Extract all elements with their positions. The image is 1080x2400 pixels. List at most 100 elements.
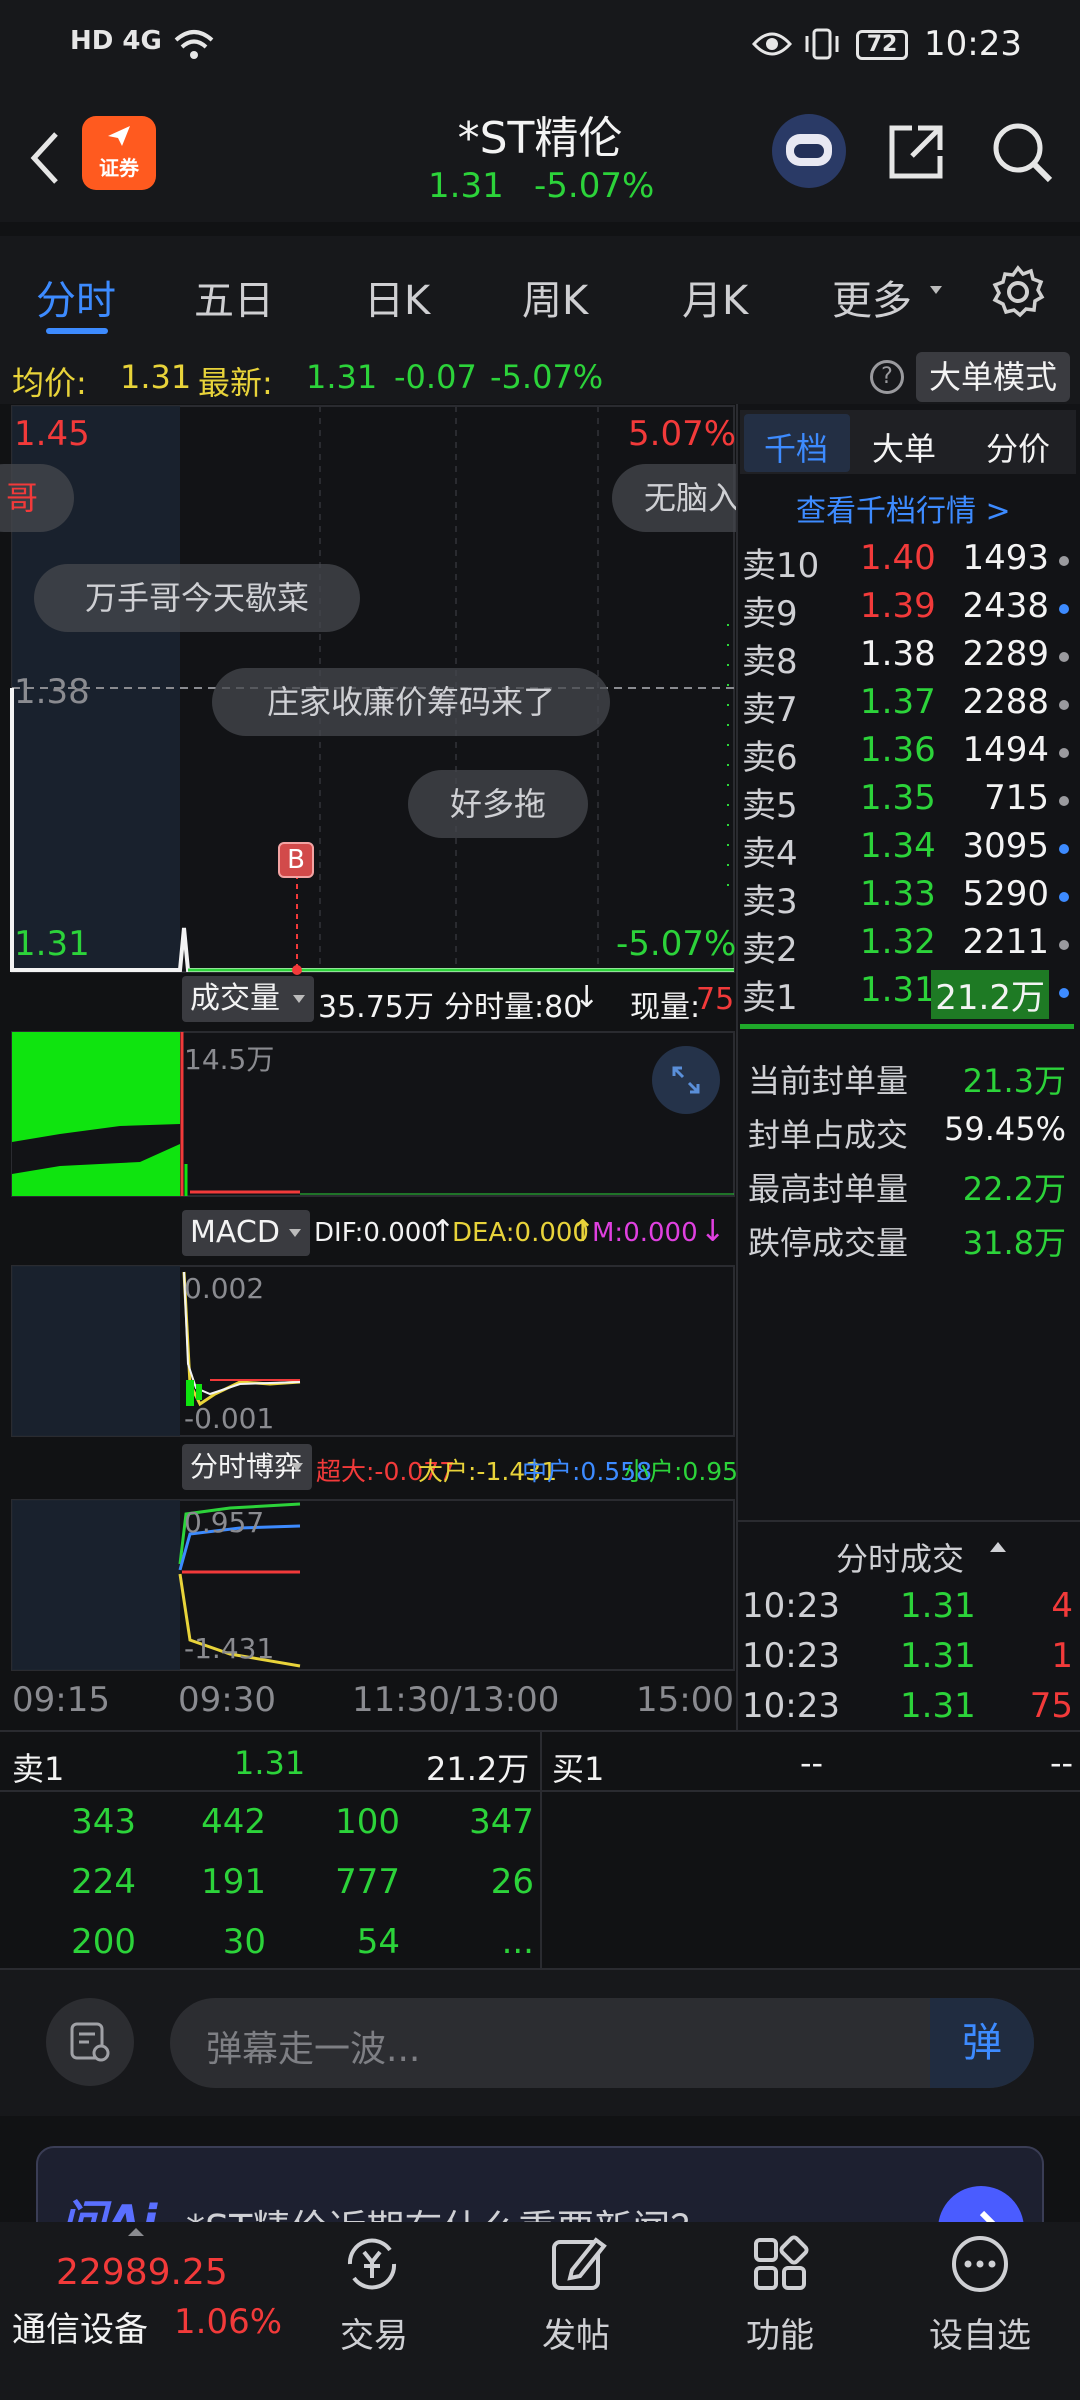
danmaku-bubble[interactable]: 好多拖: [408, 770, 588, 838]
queue-order: ...: [501, 1922, 534, 1962]
orderbook-volume: 2288: [962, 682, 1049, 722]
orderbook-row[interactable]: 卖2 1.32 2211: [740, 922, 1075, 970]
more-dots-icon[interactable]: [948, 2232, 1012, 2296]
back-arrow-icon[interactable]: [24, 128, 64, 188]
eye-icon: [752, 32, 792, 56]
trade-price: 1.31: [900, 1636, 976, 1676]
orderbook-volume: 715: [984, 778, 1049, 818]
send-danmaku-button[interactable]: 弹: [930, 1998, 1034, 2088]
nav-post[interactable]: 发帖: [496, 2308, 656, 2357]
orderbook-level-label: 卖4: [742, 834, 798, 874]
orderbook-tab-big-order[interactable]: 大单: [872, 424, 936, 470]
trade-icon[interactable]: [340, 2232, 404, 2296]
orderbook-tab-qiandang[interactable]: 千档: [764, 424, 828, 470]
danmaku-text: 庄家收廉价筹码来了: [266, 683, 555, 721]
orderbook-row[interactable]: 卖8 1.38 2289: [740, 634, 1075, 682]
robot-avatar-icon[interactable]: [772, 114, 846, 188]
tab-five-day[interactable]: 五日: [194, 268, 274, 326]
tab-daily-k[interactable]: 日K: [364, 268, 430, 326]
expand-chart-button[interactable]: [652, 1046, 720, 1114]
arrow-down-icon: ↓: [700, 1214, 726, 1249]
send-danmaku-label: 弹: [962, 2020, 1002, 2066]
trade-price: 1.31: [900, 1586, 976, 1626]
flow-max-label: 0.957: [184, 1506, 265, 1539]
nav-functions[interactable]: 功能: [700, 2308, 860, 2357]
orderbook-row[interactable]: 卖7 1.37 2288: [740, 682, 1075, 730]
orderbook-price: 1.32: [860, 922, 936, 962]
danmaku-bubble[interactable]: 哥: [0, 464, 74, 532]
buy-marker-label: B: [287, 845, 305, 875]
latest-label: 最新:: [198, 364, 273, 402]
nav-trade[interactable]: 交易: [294, 2308, 454, 2357]
comment-placeholder: 弹幕走一波...: [206, 2029, 421, 2070]
trade-vol: 75: [1029, 1686, 1073, 1726]
comment-input[interactable]: 弹幕走一波... 弹: [170, 1998, 1034, 2088]
stat-value: 21.3万: [962, 1062, 1066, 1100]
queue-buy-label: 买1: [552, 1750, 605, 1788]
orderbook-price: 1.40: [860, 538, 936, 578]
help-icon[interactable]: ?: [870, 360, 904, 394]
latest-value: 1.31: [306, 358, 378, 396]
orderbook-row[interactable]: 卖5 1.35 715: [740, 778, 1075, 826]
danmaku-text: 无脑入: [644, 479, 741, 517]
orderbook-dot-icon: [1059, 892, 1069, 902]
orderbook-dot-icon: [1059, 988, 1069, 998]
index-value[interactable]: 22989.25: [56, 2252, 228, 2293]
tab-weekly-k[interactable]: 周K: [522, 268, 588, 326]
paper-plane-icon: [108, 126, 130, 146]
orderbook-row[interactable]: 卖10 1.40 1493: [740, 538, 1075, 586]
orderbook-row[interactable]: 卖4 1.34 3095: [740, 826, 1075, 874]
top-bar: 证券 *ST精伦 1.31 -5.07%: [0, 92, 1080, 222]
trade-price: 1.31: [900, 1686, 976, 1726]
macd-indicator-label: MACD: [190, 1215, 280, 1250]
tab-intraday[interactable]: 分时: [36, 268, 116, 326]
status-left-icons: HD 4G: [70, 26, 162, 56]
macd-indicator-select[interactable]: MACD: [182, 1210, 310, 1256]
nav-add-watchlist[interactable]: 设自选: [900, 2308, 1060, 2357]
index-change-pct: 1.06%: [174, 2302, 283, 2342]
avg-label: 均价:: [12, 364, 87, 402]
orderbook-level-label: 卖8: [742, 642, 798, 682]
orderbook-row[interactable]: 卖1 1.31 21.2万: [740, 970, 1075, 1019]
stat-label: 跌停成交量: [748, 1224, 909, 1262]
tab-more[interactable]: 更多: [832, 268, 912, 326]
queue-sell-label: 卖1: [12, 1750, 65, 1788]
orderbook-level-label: 卖3: [742, 882, 798, 922]
search-icon[interactable]: [988, 118, 1056, 186]
danmaku-text: 万手哥今天歇菜: [84, 579, 309, 617]
danmaku-bubble[interactable]: 万手哥今天歇菜: [34, 564, 360, 632]
orderbook-dot-icon: [1059, 604, 1069, 614]
orderbook-row[interactable]: 卖3 1.33 5290: [740, 874, 1075, 922]
orderbook-price: 1.37: [860, 682, 936, 722]
gear-icon[interactable]: [990, 264, 1046, 320]
big-order-mode-button[interactable]: 大单模式: [916, 352, 1070, 402]
orderbook-tab-price-dist[interactable]: 分价: [986, 424, 1050, 470]
grid-apps-icon[interactable]: [748, 2232, 812, 2296]
queue-sell-price: 1.31: [234, 1744, 306, 1782]
orderbook-price: 1.39: [860, 586, 936, 626]
post-icon[interactable]: [546, 2232, 610, 2296]
volume-indicator-select[interactable]: 成交量: [182, 976, 314, 1022]
trade-time: 10:23: [742, 1586, 840, 1626]
orderbook-volume: 1493: [962, 538, 1049, 578]
flow-indicator-select[interactable]: 分时博弈: [182, 1444, 312, 1490]
pct-low-label: -5.07%: [616, 924, 737, 964]
orderbook-level-label: 卖10: [742, 546, 820, 586]
volume-now-label: 现量:: [630, 990, 701, 1025]
tab-monthly-k[interactable]: 月K: [682, 268, 748, 326]
header-price: 1.31: [428, 166, 504, 206]
orderbook-detail-link[interactable]: 查看千档行情 >: [796, 486, 1011, 530]
orderbook-row[interactable]: 卖6 1.36 1494: [740, 730, 1075, 778]
trades-title[interactable]: 分时成交: [836, 1534, 964, 1580]
queue-order: 26: [490, 1862, 534, 1902]
danmaku-bubble[interactable]: 庄家收廉价筹码来了: [212, 668, 610, 736]
buy-marker[interactable]: B: [278, 842, 314, 878]
index-name[interactable]: 通信设备: [12, 2302, 148, 2351]
orderbook-row[interactable]: 卖9 1.39 2438: [740, 586, 1075, 634]
orderbook-price: 1.36: [860, 730, 936, 770]
caret-down-icon: [930, 286, 942, 294]
danmaku-settings-button[interactable]: [46, 1998, 134, 2086]
trade-vol: 1: [1051, 1636, 1073, 1676]
queue-order: 343: [71, 1802, 136, 1842]
share-icon[interactable]: [884, 120, 948, 184]
